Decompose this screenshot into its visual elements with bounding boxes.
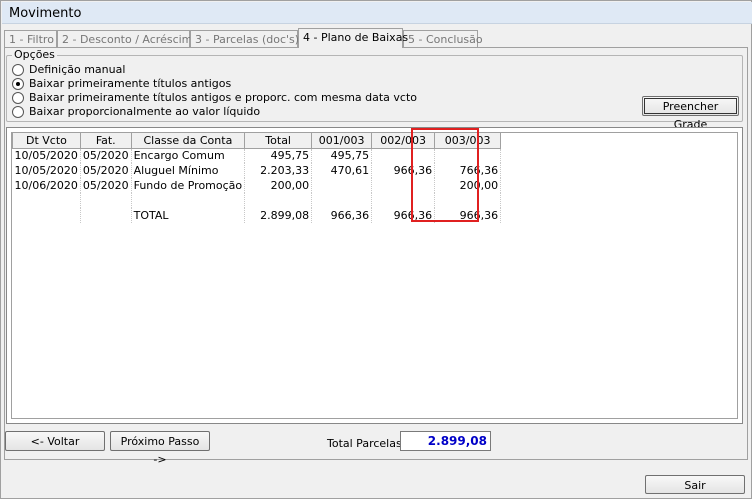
col-header-total[interactable]: Total — [244, 133, 313, 149]
cell-002[interactable] — [371, 148, 436, 163]
cell-fat[interactable] — [80, 208, 132, 223]
radio-label: Baixar proporcionalmente ao valor líquid… — [29, 105, 261, 118]
radio-icon[interactable] — [12, 63, 24, 76]
cell-fat[interactable]: 05/2020 — [80, 178, 132, 193]
table-row[interactable]: 10/05/2020 05/2020 Aluguel Mínimo 2.203,… — [12, 163, 502, 178]
plan-grid: Dt Vcto Fat. Classe da Conta Total 001/0… — [12, 133, 502, 223]
cell-dt-vcto[interactable] — [12, 193, 81, 208]
cell-001[interactable]: 966,36 — [311, 208, 373, 223]
cell-dt-vcto[interactable]: 10/05/2020 — [12, 148, 81, 163]
cell-003[interactable]: 200,00 — [434, 178, 502, 193]
col-header-dt-vcto[interactable]: Dt Vcto — [12, 133, 81, 149]
cell-001[interactable]: 495,75 — [311, 148, 373, 163]
radio-checked-icon[interactable] — [12, 77, 24, 90]
exit-button[interactable]: Sair — [645, 475, 745, 494]
radio-label: Baixar primeiramente títulos antigos e p… — [29, 91, 418, 104]
col-header-classe[interactable]: Classe da Conta — [130, 133, 246, 149]
cell-classe[interactable]: Fundo de Promoção — [131, 178, 246, 193]
cell-003[interactable] — [434, 193, 502, 208]
title-bar: Movimento — [2, 2, 752, 24]
cell-total[interactable]: 200,00 — [244, 178, 313, 193]
radio-label: Definição manual — [29, 63, 126, 76]
col-header-002[interactable]: 002/003 — [371, 133, 436, 149]
cell-total[interactable]: 2.899,08 — [244, 208, 313, 223]
cell-total[interactable] — [244, 193, 313, 208]
table-row[interactable]: 10/06/2020 05/2020 Fundo de Promoção 200… — [12, 178, 502, 193]
radio-definicao-manual[interactable]: Definição manual — [12, 63, 125, 76]
col-header-003[interactable]: 003/003 — [434, 133, 502, 149]
cell-classe[interactable]: Aluguel Mínimo — [131, 163, 246, 178]
cell-total[interactable]: 495,75 — [244, 148, 313, 163]
total-parcelas-value: 2.899,08 — [400, 431, 491, 451]
window-title: Movimento — [9, 6, 82, 21]
cell-002[interactable]: 966,36 — [371, 163, 436, 178]
cell-classe[interactable]: Encargo Comum — [131, 148, 246, 163]
radio-baixar-antigos[interactable]: Baixar primeiramente títulos antigos — [12, 77, 231, 90]
cell-003[interactable] — [434, 148, 502, 163]
options-legend: Opções — [12, 48, 57, 61]
cell-001[interactable]: 470,61 — [311, 163, 373, 178]
cell-classe[interactable] — [131, 193, 246, 208]
fill-grid-button[interactable]: Preencher Grade — [642, 96, 739, 131]
cell-total[interactable]: 2.203,33 — [244, 163, 313, 178]
next-step-button[interactable]: Próximo Passo -> — [110, 431, 210, 466]
tab-conclusao[interactable]: 5 - Conclusão — [403, 30, 483, 47]
table-total-row[interactable]: TOTAL 2.899,08 966,36 966,36 966,36 — [12, 208, 502, 223]
cell-002[interactable] — [371, 193, 436, 208]
grid-scroll-area[interactable]: Dt Vcto Fat. Classe da Conta Total 001/0… — [11, 132, 738, 419]
tab-parcelas[interactable]: 3 - Parcelas (doc's) — [190, 30, 299, 47]
cell-001[interactable] — [311, 193, 373, 208]
col-header-fat[interactable]: Fat. — [79, 133, 132, 149]
total-parcelas-label: Total Parcelas — [327, 437, 402, 450]
cell-002[interactable]: 966,36 — [371, 208, 436, 223]
cell-total-label[interactable]: TOTAL — [131, 208, 246, 223]
cell-fat[interactable] — [80, 193, 132, 208]
col-header-001[interactable]: 001/003 — [311, 133, 373, 149]
cell-dt-vcto[interactable]: 10/05/2020 — [12, 163, 81, 178]
table-row[interactable] — [12, 193, 502, 208]
radio-icon[interactable] — [12, 91, 24, 104]
cell-dt-vcto[interactable] — [12, 208, 81, 223]
back-button[interactable]: <- Voltar — [5, 431, 105, 451]
radio-icon[interactable] — [12, 105, 24, 118]
radio-baixar-proporcional[interactable]: Baixar proporcionalmente ao valor líquid… — [12, 105, 260, 118]
radio-label: Baixar primeiramente títulos antigos — [29, 77, 232, 90]
cell-003[interactable]: 966,36 — [434, 208, 502, 223]
grid-header-row: Dt Vcto Fat. Classe da Conta Total 001/0… — [12, 133, 502, 149]
tab-plano-de-baixas[interactable]: 4 - Plano de Baixas — [298, 28, 408, 48]
tab-desconto-acrescimo[interactable]: 2 - Desconto / Acréscimo — [57, 30, 199, 47]
cell-fat[interactable]: 05/2020 — [80, 163, 132, 178]
radio-baixar-antigos-proporc[interactable]: Baixar primeiramente títulos antigos e p… — [12, 91, 417, 104]
cell-001[interactable] — [311, 178, 373, 193]
cell-fat[interactable]: 05/2020 — [80, 148, 132, 163]
tab-filtro[interactable]: 1 - Filtro — [4, 30, 57, 47]
grid-container: Dt Vcto Fat. Classe da Conta Total 001/0… — [6, 127, 743, 424]
cell-003[interactable]: 766,36 — [434, 163, 502, 178]
cell-002[interactable] — [371, 178, 436, 193]
table-row[interactable]: 10/05/2020 05/2020 Encargo Comum 495,75 … — [12, 148, 502, 163]
cell-dt-vcto[interactable]: 10/06/2020 — [12, 178, 81, 193]
